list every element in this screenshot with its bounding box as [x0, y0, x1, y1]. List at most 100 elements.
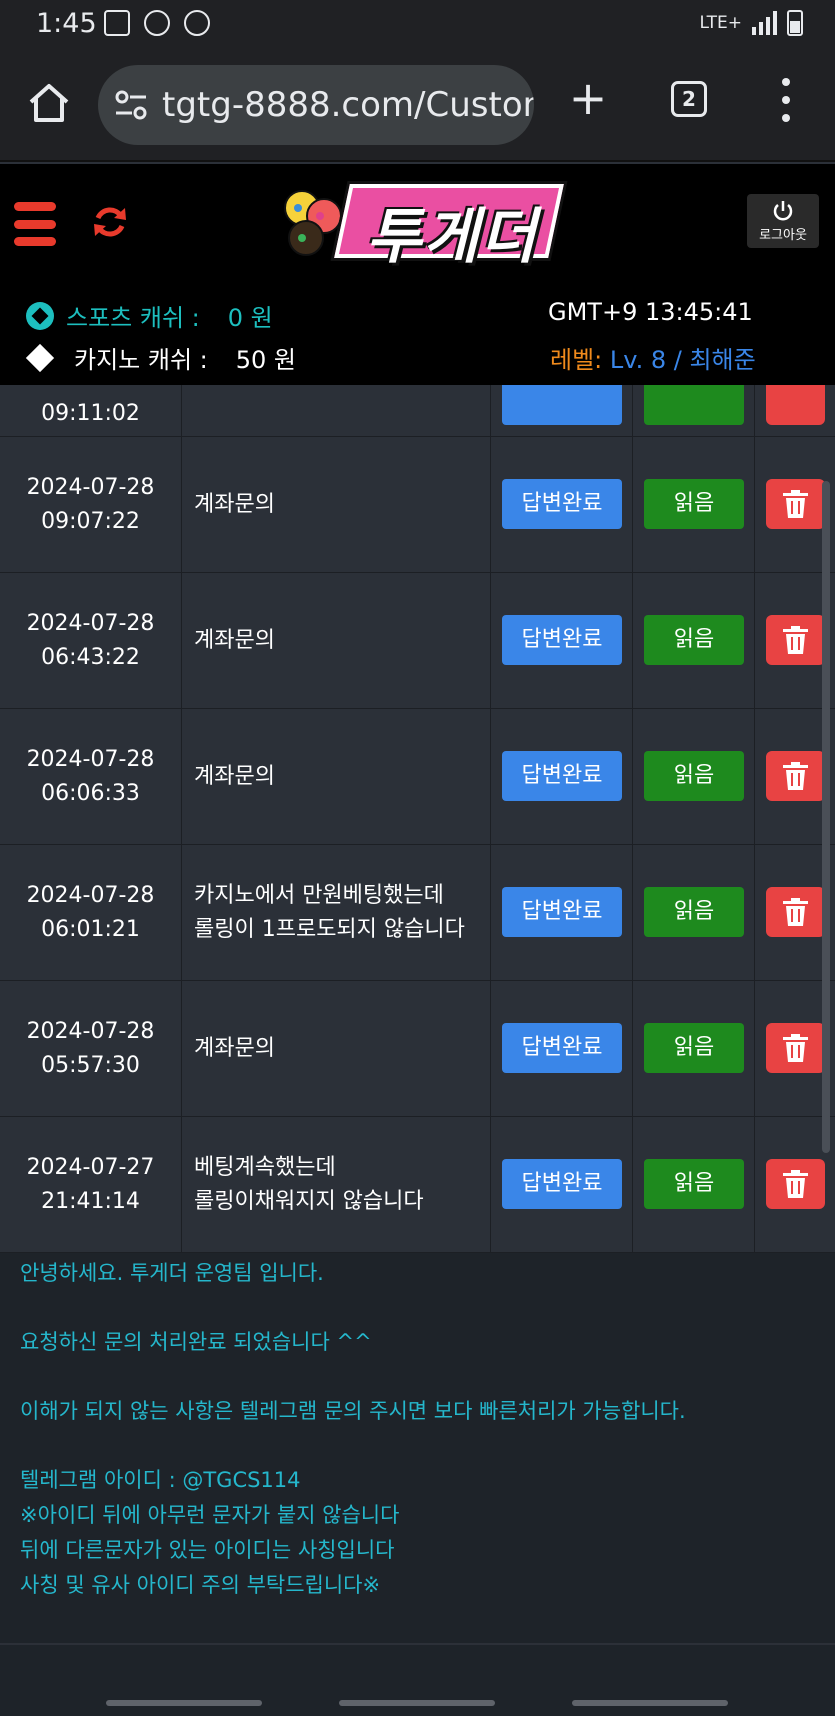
tab-switcher-button[interactable]: 2 [671, 81, 707, 117]
casino-cash: 카지노 캐쉬 : 50 원 [25, 340, 296, 375]
read-button[interactable]: 읽음 [644, 1023, 744, 1073]
site-settings-icon[interactable] [114, 89, 148, 121]
table-row[interactable]: 2024-07-28 06:01:21 카지노에서 만원베팅했는데 롤링이 1프로도… [0, 845, 835, 981]
time-text: 21:41:14 [41, 1189, 140, 1214]
casino-cash-value: 50 원 [235, 346, 296, 374]
home-icon[interactable] [26, 80, 72, 126]
title-line: 롤링이채워지지 않습니다 [194, 1189, 424, 1214]
scrollbar[interactable] [822, 481, 830, 1153]
answered-button[interactable]: 답변완료 [502, 1023, 622, 1073]
delete-button[interactable] [766, 385, 825, 425]
date-text: 2024-07-28 [26, 1019, 155, 1044]
read-button[interactable]: 읽음 [644, 615, 744, 665]
delete-button[interactable] [766, 615, 825, 665]
date-cell: 2024-07-28 09:07:22 [0, 437, 182, 573]
read-cell: 읽음 [633, 437, 755, 573]
sports-cash-value: 0 원 [227, 304, 273, 332]
delete-button[interactable] [766, 1159, 825, 1209]
time-text: 06:43:22 [41, 645, 140, 670]
power-icon [773, 201, 793, 221]
date-cell: 2024-07-28 06:43:22 [0, 573, 182, 709]
title-cell[interactable]: 베팅계속했는데롤링이채워지지 않습니다 [182, 1117, 491, 1253]
battery-icon [787, 10, 803, 36]
table-row[interactable]: 2024-07-28 06:43:22 계좌문의 답변완료 읽음 [0, 573, 835, 709]
title-cell [182, 385, 491, 437]
answered-button[interactable]: 답변완료 [502, 615, 622, 665]
time-text: 06:06:33 [41, 781, 140, 806]
soccer-ball-icon [26, 301, 54, 330]
title-cell[interactable]: 계좌문의 [182, 437, 491, 573]
read-button[interactable]: 읽음 [644, 479, 744, 529]
read-button[interactable]: 읽음 [644, 1159, 744, 1209]
delete-button[interactable] [766, 887, 825, 937]
casino-cash-label: 카지노 캐쉬 : [74, 346, 208, 374]
answered-button[interactable]: 답변완료 [502, 887, 622, 937]
address-bar[interactable]: tgtg-8888.com/Custon [98, 65, 534, 145]
logout-button[interactable]: 로그아웃 [747, 194, 819, 248]
title-line: 계좌문의 [194, 1036, 275, 1061]
nav-handle[interactable] [339, 1700, 495, 1706]
time-text: 06:01:21 [41, 917, 140, 942]
notice-line: 요청하신 문의 처리완료 되었습니다 ^^ [20, 1330, 372, 1354]
new-tab-button[interactable]: + [568, 75, 608, 121]
read-cell: 읽음 [633, 573, 755, 709]
notice-line: 안녕하세요. 투게더 운영팀 입니다. [20, 1261, 324, 1285]
read-button[interactable]: 읽음 [644, 887, 744, 937]
site-logo[interactable]: 투게더 [280, 182, 564, 272]
nav-handle[interactable] [106, 1700, 262, 1706]
browser-toolbar: tgtg-8888.com/Custon + 2 [0, 50, 835, 162]
answered-button[interactable]: 답변완료 [502, 1159, 622, 1209]
delete-button[interactable] [766, 751, 825, 801]
time-text: 09:11:02 [41, 401, 140, 426]
table-row[interactable]: 2024-07-27 21:41:14 베팅계속했는데롤링이채워지지 않습니다 답… [0, 1117, 835, 1253]
logout-label: 로그아웃 [759, 228, 807, 243]
server-clock: GMT+9 13:45:41 [548, 298, 753, 326]
notice-line: 사칭 및 유사 아이디 주의 부탁드립니다※ [20, 1573, 381, 1597]
title-line: 카지노에서 만원베팅했는데 [194, 883, 444, 908]
user-level: 레벨: Lv. 8 / 최해준 [550, 340, 756, 375]
read-button[interactable] [644, 385, 744, 425]
answered-button[interactable] [502, 385, 622, 425]
title-cell[interactable]: 계좌문의 [182, 573, 491, 709]
table-row[interactable]: 09:11:02 [0, 385, 835, 437]
url-text: tgtg-8888.com/Custon [162, 85, 534, 125]
status-cell: 답변완료 [491, 437, 633, 573]
table-row[interactable]: 2024-07-28 06:06:33 계좌문의 답변완료 읽음 [0, 709, 835, 845]
title-line: 계좌문의 [194, 628, 275, 653]
refresh-icon[interactable] [92, 204, 128, 240]
status-cell [491, 385, 633, 437]
trash-icon [783, 626, 808, 654]
title-cell[interactable]: 계좌문의 [182, 981, 491, 1117]
time-text: 09:07:22 [41, 509, 140, 534]
title-line: 롤링이 1프로도되지 않습니다 [194, 917, 465, 942]
read-cell: 읽음 [633, 1117, 755, 1253]
title-cell[interactable]: 계좌문의 [182, 709, 491, 845]
status-cell: 답변완료 [491, 709, 633, 845]
answered-button[interactable]: 답변완료 [502, 479, 622, 529]
delete-button[interactable] [766, 479, 825, 529]
diamond-icon [25, 343, 55, 372]
read-cell: 읽음 [633, 981, 755, 1117]
table-row[interactable]: 2024-07-28 05:57:30 계좌문의 답변완료 읽음 [0, 981, 835, 1117]
signal-icon [752, 11, 777, 35]
status-cell: 답변완료 [491, 981, 633, 1117]
answered-button[interactable]: 답변완료 [502, 751, 622, 801]
gallery-icon [104, 10, 130, 36]
browser-menu-icon[interactable] [776, 78, 796, 122]
status-cell: 답변완료 [491, 573, 633, 709]
date-cell: 2024-07-27 21:41:14 [0, 1117, 182, 1253]
hamburger-menu-icon[interactable] [14, 202, 56, 246]
nav-handle[interactable] [572, 1700, 728, 1706]
title-line: 베팅계속했는데 [194, 1155, 336, 1180]
date-text: 2024-07-28 [26, 475, 155, 500]
level-value[interactable]: Lv. 8 / 최해준 [610, 346, 756, 374]
read-cell: 읽음 [633, 845, 755, 981]
delete-button[interactable] [766, 1023, 825, 1073]
table-row[interactable]: 2024-07-28 09:07:22 계좌문의 답변완료 읽음 [0, 437, 835, 573]
title-line: 계좌문의 [194, 492, 275, 517]
title-cell[interactable]: 카지노에서 만원베팅했는데롤링이 1프로도되지 않습니다 [182, 845, 491, 981]
read-button[interactable]: 읽음 [644, 751, 744, 801]
messenger-icon [184, 10, 210, 36]
date-text: 2024-07-28 [26, 747, 155, 772]
read-cell: 읽음 [633, 709, 755, 845]
